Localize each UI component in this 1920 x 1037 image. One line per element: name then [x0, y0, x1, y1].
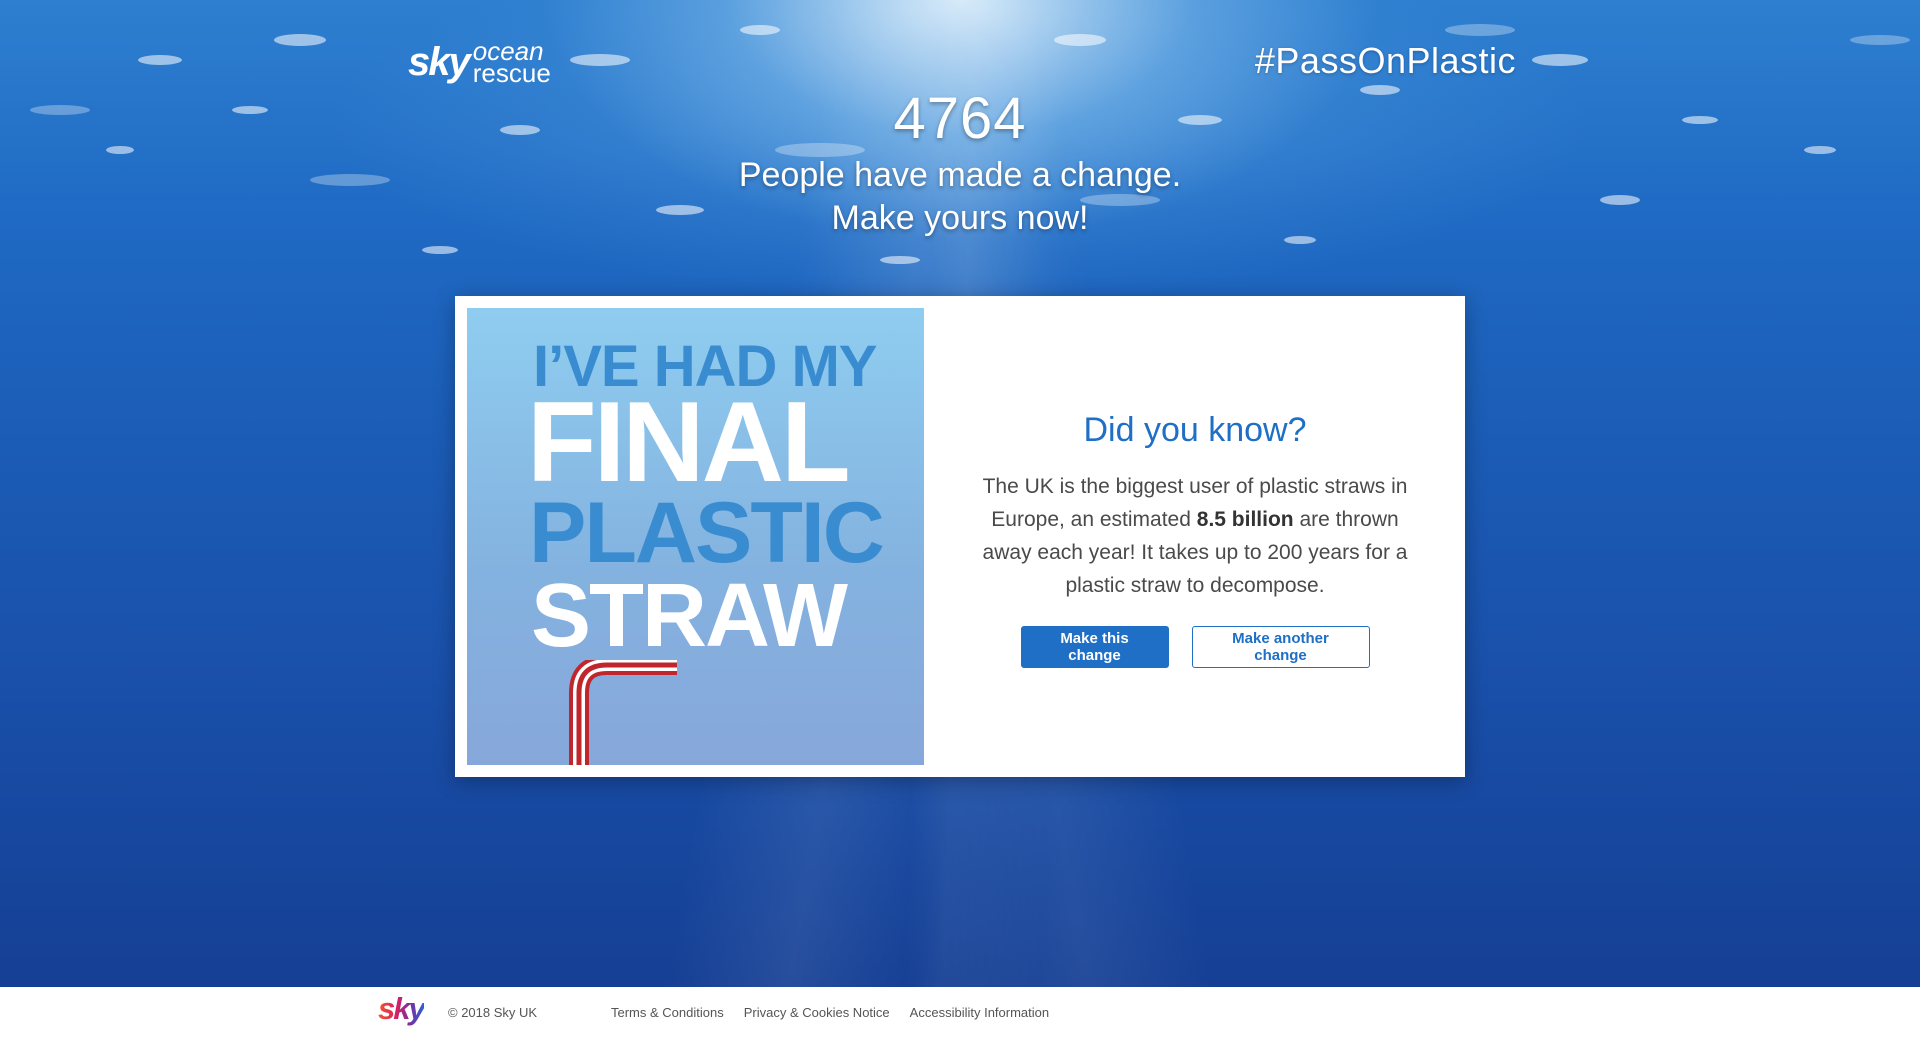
privacy-cookies-link[interactable]: Privacy & Cookies Notice [744, 1005, 890, 1020]
did-you-know-panel: Did you know? The UK is the biggest user… [955, 408, 1435, 668]
hero-line-1: People have made a change. [738, 156, 1182, 194]
sky-logo[interactable]: sky [378, 991, 426, 1027]
terms-link[interactable]: Terms & Conditions [611, 1005, 724, 1020]
accessibility-link[interactable]: Accessibility Information [910, 1005, 1049, 1020]
poster-line-3: PLASTIC [529, 485, 885, 581]
poster-line-4: STRAW [531, 566, 848, 666]
copyright: © 2018 Sky UK [448, 1005, 538, 1020]
action-buttons: Make this change Make another change [955, 626, 1435, 668]
logo-word-rescue: rescue [472, 58, 551, 88]
logo-sky-wordmark: sky [408, 40, 471, 84]
make-another-change-button[interactable]: Make another change [1191, 626, 1370, 668]
hero: 4764 People have made a change. Make you… [0, 84, 1920, 240]
footer: sky © 2018 Sky UK Terms & Conditions Pri… [0, 987, 1920, 1037]
fact-highlight: 8.5 billion [1196, 508, 1294, 531]
make-this-change-button[interactable]: Make this change [1020, 626, 1169, 668]
fact-text: The UK is the biggest user of plastic st… [980, 470, 1410, 602]
sky-ocean-rescue-logo[interactable]: sky ocean rescue [408, 38, 551, 88]
final-plastic-straw-poster: I’VE HAD MY FINAL PLASTIC STRAW [467, 308, 924, 765]
poster-line-2: FINAL [527, 379, 851, 506]
logo-ocean-rescue-words: ocean rescue [472, 38, 551, 88]
footer-links: Terms & Conditions Privacy & Cookies Not… [611, 1005, 1049, 1020]
campaign-hashtag: #PassOnPlastic [1254, 40, 1516, 81]
change-counter: 4764 [893, 86, 1027, 151]
page: sky ocean rescue #PassOnPlastic 4764 Peo… [0, 0, 1920, 1037]
change-card: I’VE HAD MY FINAL PLASTIC STRAW Did you … [455, 296, 1465, 777]
straw-icon [569, 660, 677, 765]
hero-line-2: Make yours now! [831, 199, 1089, 237]
did-you-know-heading: Did you know? [1083, 411, 1307, 449]
